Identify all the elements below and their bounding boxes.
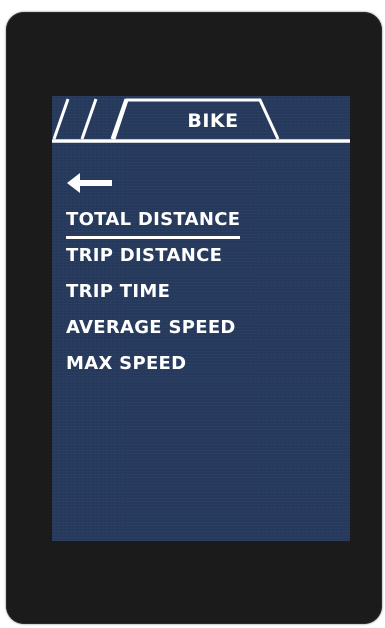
menu-item-label: TOTAL DISTANCE — [66, 205, 241, 239]
menu-item-label: MAX SPEED — [66, 353, 187, 374]
back-button[interactable] — [66, 170, 114, 196]
menu-list: TOTAL DISTANCE TRIP DISTANCE TRIP TIME A… — [66, 204, 336, 384]
header-slash-decoration — [52, 98, 70, 140]
display-screen: BIKE TOTAL DISTANCE TRIP DISTANCE TRIP T… — [52, 96, 350, 541]
arrow-left-icon — [67, 173, 112, 193]
header-slash-decoration — [80, 98, 98, 140]
device-bezel: BIKE TOTAL DISTANCE TRIP DISTANCE TRIP T… — [6, 12, 382, 624]
menu-item-label: TRIP TIME — [66, 281, 171, 302]
menu-item-total-distance[interactable]: TOTAL DISTANCE — [66, 204, 336, 240]
menu-item-label: AVERAGE SPEED — [66, 317, 236, 338]
menu-item-trip-time[interactable]: TRIP TIME — [66, 276, 336, 312]
header-title: BIKE — [187, 110, 239, 132]
menu-item-max-speed[interactable]: MAX SPEED — [66, 348, 336, 384]
menu-item-label: TRIP DISTANCE — [66, 245, 223, 266]
menu-item-average-speed[interactable]: AVERAGE SPEED — [66, 312, 336, 348]
menu-item-trip-distance[interactable]: TRIP DISTANCE — [66, 240, 336, 276]
